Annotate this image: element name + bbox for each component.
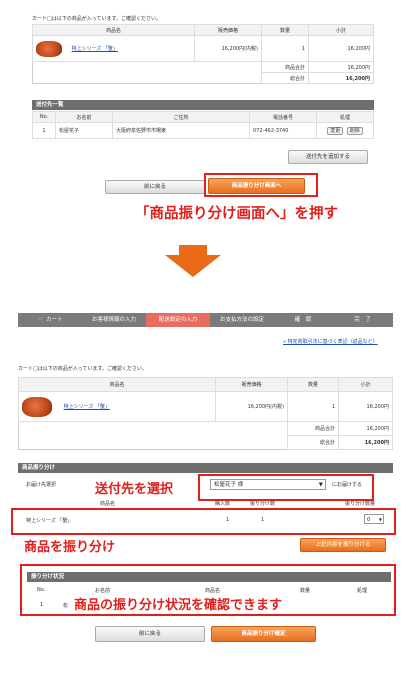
top-cart-table: 商品名 販売価格 数量 小計 特上シリーズ 「蟹」 16,200円(内税) 1 … [32,24,374,84]
rcp-col-phone: 電話番号 [249,111,317,123]
cart-note: カート□は以下の商品が入っています。ご確認ください。 [32,16,161,22]
alloc-col-name: 商品名 [100,501,116,507]
cart2-item-link[interactable]: 特上シリーズ 「蟹」 [64,404,110,410]
grand-total: 16,200円 [308,72,374,84]
cart2-table: 商品名 販売価格 数量 小計 特上シリーズ 「蟹」 16,200円(内税) 1 … [18,377,393,450]
cart2-col-qty: 数量 [287,377,339,392]
crab-product-image [36,40,62,57]
step-payment: お支払方法の設定 [219,317,264,323]
cart2-item-qty: 1 [287,391,339,422]
highlight-frame-row [11,508,396,535]
highlight-frame-dest [198,474,374,501]
step-done: 完 了 [354,317,371,323]
cart2-item-cell: 特上シリーズ 「蟹」 [18,391,216,422]
annotation-allocate: 商品を振り分け [24,540,116,555]
item-qty: 1 [261,35,309,62]
edit-button[interactable]: 変更 [327,127,344,135]
rcp-phone: 072-462-3740 [249,122,317,139]
item-price: 16,200円(内税) [194,35,262,62]
cart2-note: カート□は以下の商品が入っています。ご確認ください。 [18,366,147,372]
annotation-select-recipient: 送付先を選択 [95,482,174,497]
step-shipping-active: 配送設定の入力 [146,313,210,327]
add-recipient-button[interactable]: 送付先を追加する [288,150,368,164]
cart2-goods-total: 16,200円 [338,421,393,436]
rcp-col-action: 処理 [316,111,374,123]
recipients-title: 送付先一覧 [32,100,374,110]
goods-total: 16,200円 [308,61,374,73]
rcp-col-name: お名前 [55,111,113,123]
rcp-col-address: ご住所 [112,111,250,123]
alloc-col-qty: 振り分け数量 [345,501,376,507]
col-name: 商品名 [32,24,195,36]
step-cart: 🛒 カート [37,317,63,323]
grand-total-label: 総合計 [261,72,309,84]
apply-allocation-button[interactable]: 上記内容を振り分ける [300,538,386,552]
goods-total-label: 商品合計 [261,61,309,73]
cart2-col-subtotal: 小計 [338,377,393,392]
cart2-goods-total-label: 商品合計 [287,421,339,436]
annotation-status: 商品の振り分け状況を確認できます [74,598,283,613]
cart2-item-subtotal: 16,200円 [338,391,393,422]
law-link[interactable]: » 特定商取引法に基づく表記（返品など） [283,338,378,345]
cart2-col-name: 商品名 [18,377,216,392]
cart2-col-price: 販売価格 [215,377,288,392]
back-button-top[interactable]: 前に戻る [105,180,205,194]
step-customer: お客様情報の入力 [91,317,136,323]
cart2-grand-total-label: 総合計 [287,435,339,450]
alloc-col-assigned: 振り分け数 [250,501,276,507]
highlight-frame-next [204,173,318,197]
rcp-no: 1 [32,122,56,139]
back-button-bottom[interactable]: 前に戻る [95,626,205,642]
delete-button[interactable]: 削除 [346,127,363,135]
rcp-name: 松屋花子 [55,122,113,139]
item-link[interactable]: 特上シリーズ 「蟹」 [72,46,118,52]
recipients-table: No. お名前 ご住所 電話番号 処理 1 松屋花子 大阪府泉佐野市市場東 07… [32,111,374,139]
rcp-actions: 変更 削除 [316,122,374,139]
crab-product-image-2 [22,396,52,417]
confirm-allocation-button[interactable]: 商品振り分け確定 [211,626,316,642]
cart-icon: 🛒 [37,317,45,323]
cart2-grand-total: 16,200円 [338,435,393,450]
dest-label: お届け先選択 [26,482,57,488]
allocation-title: 商品振り分け [18,463,393,473]
item-cell: 特上シリーズ 「蟹」 [32,35,195,62]
cart2-item-price: 16,200円(内税) [215,391,288,422]
checkout-steps: 🛒 カート お客様情報の入力 配送設定の入力 お支払方法の設定 確 認 完 了 [18,313,393,327]
col-price: 販売価格 [194,24,262,36]
rcp-col-no: No. [32,111,56,123]
annotation-press-next: 「商品振り分け画面へ」を押す [135,205,338,222]
down-arrow-icon [165,245,221,277]
item-subtotal: 16,200円 [308,35,374,62]
alloc-col-owned: 購入数 [215,501,231,507]
col-qty: 数量 [261,24,309,36]
step-confirm: 確 認 [294,317,312,323]
rcp-address: 大阪府泉佐野市市場東 [112,122,250,139]
col-subtotal: 小計 [308,24,374,36]
